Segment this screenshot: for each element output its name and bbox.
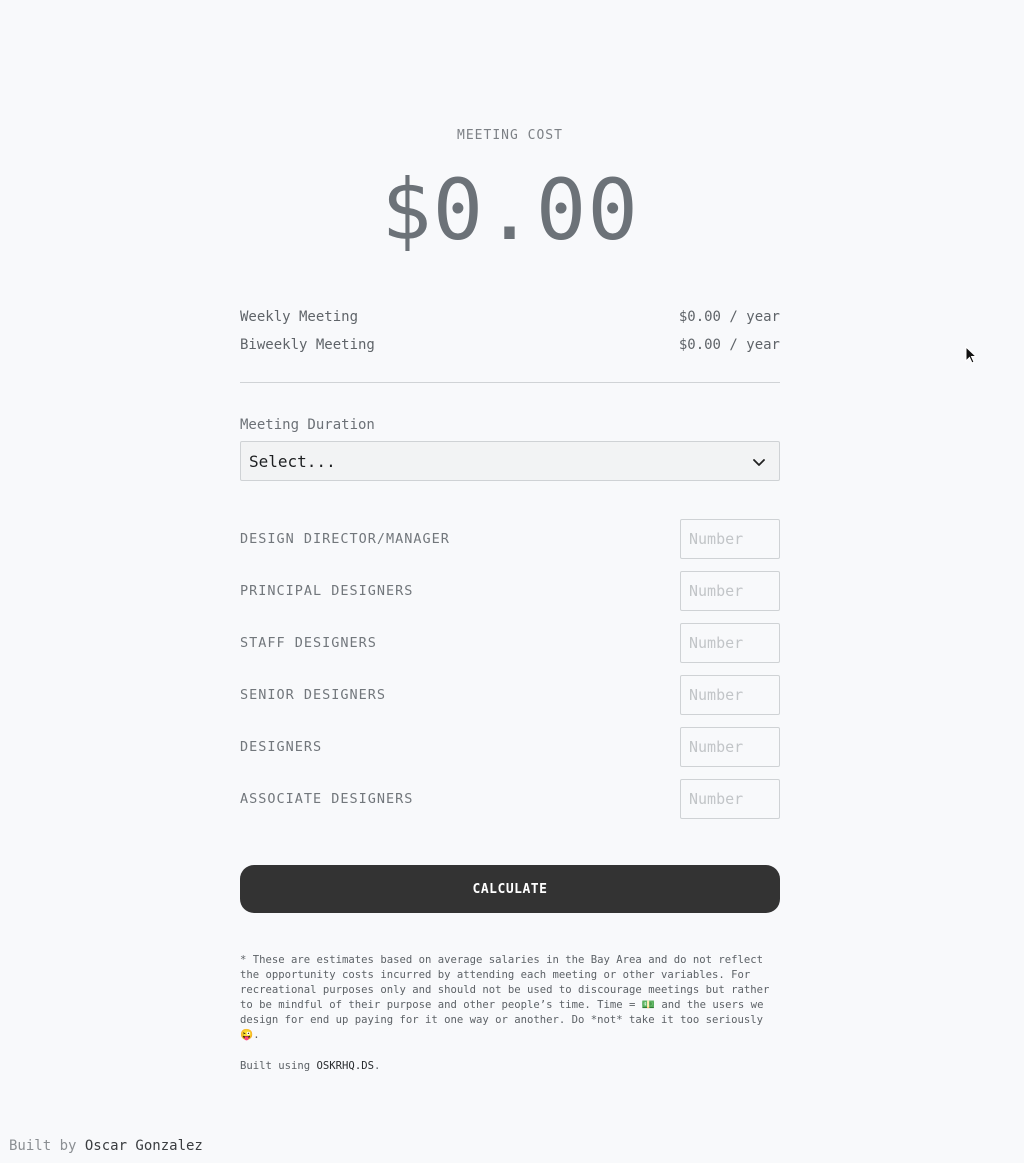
calculate-button[interactable]: CALCULATE <box>240 865 780 913</box>
select-value: Select... <box>249 452 336 471</box>
divider <box>240 382 780 383</box>
disclaimer-part: . <box>253 1029 260 1041</box>
disclaimer-text: * These are estimates based on average s… <box>240 953 780 1043</box>
staff-designers-input[interactable] <box>681 624 779 662</box>
designers-input[interactable] <box>681 728 779 766</box>
role-count-field <box>680 519 780 559</box>
role-count-field <box>680 571 780 611</box>
mouse-pointer-icon <box>965 346 977 364</box>
role-count-field <box>680 779 780 819</box>
annual-summary: Weekly Meeting $0.00 / year Biweekly Mee… <box>240 306 780 362</box>
role-label: ASSOCIATE DESIGNERS <box>240 791 414 807</box>
role-label: DESIGN DIRECTOR/MANAGER <box>240 531 450 547</box>
meeting-cost-total: $0.00 <box>381 161 639 259</box>
summary-label: Biweekly Meeting <box>240 337 375 353</box>
summary-label: Weekly Meeting <box>240 309 359 325</box>
built-using-suffix: . <box>373 1060 381 1072</box>
role-row-associate: ASSOCIATE DESIGNERS <box>240 779 780 831</box>
meeting-cost-label: MEETING COST <box>457 128 563 143</box>
summary-value: $0.00 / year <box>678 309 780 325</box>
role-label: STAFF DESIGNERS <box>240 635 377 651</box>
summary-row-biweekly: Biweekly Meeting $0.00 / year <box>240 334 780 362</box>
design-system-link[interactable]: OSKRHQ.DS <box>317 1060 374 1072</box>
role-row-staff: STAFF DESIGNERS <box>240 623 780 675</box>
role-count-field <box>680 675 780 715</box>
role-row-designers: DESIGNERS <box>240 727 780 779</box>
role-row-principal: PRINCIPAL DESIGNERS <box>240 571 780 623</box>
money-emoji-icon: 💵 <box>641 999 656 1011</box>
role-row-senior: SENIOR DESIGNERS <box>240 675 780 727</box>
associate-designers-input[interactable] <box>681 780 779 818</box>
principal-designers-input[interactable] <box>681 572 779 610</box>
built-using-prefix: Built using <box>240 1060 317 1072</box>
author-link[interactable]: Oscar Gonzalez <box>85 1138 203 1154</box>
design-director-input[interactable] <box>681 520 779 558</box>
meeting-duration-select[interactable]: Select... <box>240 441 780 481</box>
page: MEETING COST $0.00 Weekly Meeting $0.00 … <box>0 0 1024 1163</box>
wink-emoji-icon: 😜 <box>240 1029 254 1041</box>
built-using-note: Built using OSKRHQ.DS. <box>240 1059 380 1074</box>
footer-credit: Built by Oscar Gonzalez <box>9 1137 203 1155</box>
role-label: PRINCIPAL DESIGNERS <box>240 583 414 599</box>
role-list: DESIGN DIRECTOR/MANAGER PRINCIPAL DESIGN… <box>240 519 780 831</box>
role-label: SENIOR DESIGNERS <box>240 687 387 703</box>
meeting-duration-label: Meeting Duration <box>240 417 375 433</box>
footer-prefix: Built by <box>9 1138 85 1154</box>
role-label: DESIGNERS <box>240 739 323 755</box>
role-row-design-director: DESIGN DIRECTOR/MANAGER <box>240 519 780 571</box>
chevron-down-icon <box>753 459 765 466</box>
role-count-field <box>680 623 780 663</box>
role-count-field <box>680 727 780 767</box>
summary-row-weekly: Weekly Meeting $0.00 / year <box>240 306 780 334</box>
summary-value: $0.00 / year <box>678 337 780 353</box>
senior-designers-input[interactable] <box>681 676 779 714</box>
